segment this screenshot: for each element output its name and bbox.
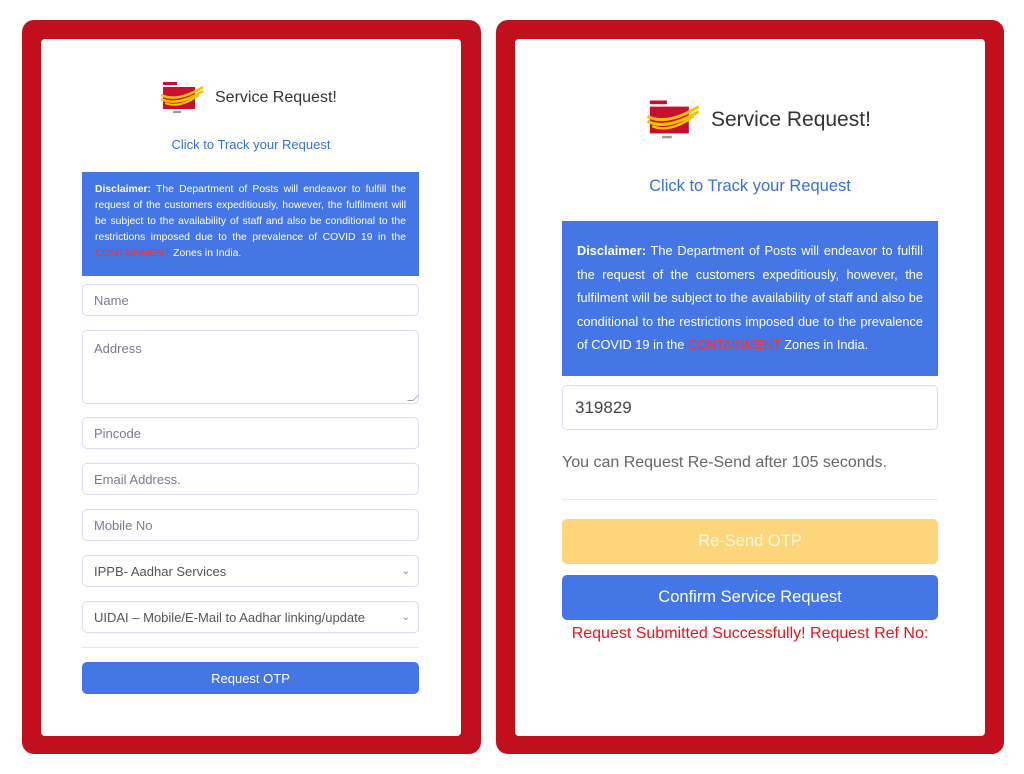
name-placeholder: Name: [94, 292, 129, 308]
resize-handle-icon[interactable]: [407, 395, 419, 401]
name-input[interactable]: Name: [82, 284, 419, 316]
mobile-input[interactable]: Mobile No: [82, 509, 419, 541]
disclaimer-text-end: Zones in India.: [780, 337, 869, 352]
pincode-input[interactable]: Pincode: [82, 417, 419, 449]
india-post-logo-icon: [159, 81, 205, 115]
india-post-logo-icon: [645, 98, 701, 142]
email-placeholder: Email Address.: [94, 471, 181, 487]
subservice-select[interactable]: UIDAI – Mobile/E-Mail to Aadhar linking/…: [82, 601, 419, 633]
success-message: Request Submitted Successfully! Request …: [571, 625, 929, 642]
disclaimer-box: Disclaimer: The Department of Posts will…: [562, 221, 938, 376]
pincode-placeholder: Pincode: [94, 425, 141, 441]
divider: [562, 499, 938, 500]
chevron-down-icon: ⌄: [401, 611, 410, 623]
service-select[interactable]: IPPB- Aadhar Services ⌄: [82, 555, 419, 587]
form-header: Service Request!: [645, 98, 871, 142]
address-placeholder: Address: [94, 341, 142, 356]
service-select-value: IPPB- Aadhar Services: [94, 563, 227, 579]
address-textarea[interactable]: Address: [82, 330, 419, 404]
chevron-down-icon: ⌄: [401, 565, 410, 577]
disclaimer-box: Disclaimer: The Department of Posts will…: [82, 172, 419, 276]
otp-input[interactable]: 319829: [562, 385, 938, 430]
left-screen-frame: Service Request! Click to Track your Req…: [22, 20, 481, 754]
track-request-link[interactable]: Click to Track your Request: [41, 137, 461, 152]
form-header: Service Request!: [159, 81, 337, 115]
service-request-form-card: Service Request! Click to Track your Req…: [41, 39, 461, 736]
otp-value: 319829: [575, 397, 632, 417]
otp-confirm-card: Service Request! Click to Track your Req…: [515, 39, 985, 736]
disclaimer-label: Disclaimer:: [577, 243, 646, 258]
resend-countdown-text: You can Request Re-Send after 105 second…: [562, 454, 887, 471]
page-title: Service Request!: [215, 89, 337, 106]
right-screen-frame: Service Request! Click to Track your Req…: [496, 20, 1004, 754]
track-request-link[interactable]: Click to Track your Request: [515, 177, 985, 196]
disclaimer-highlight: CONTAINMENT: [687, 337, 781, 352]
confirm-service-request-button[interactable]: Confirm Service Request: [562, 575, 938, 620]
disclaimer-label: Disclaimer:: [95, 184, 152, 195]
disclaimer-text-end: Zones in India.: [170, 248, 242, 259]
divider: [82, 647, 419, 648]
mobile-placeholder: Mobile No: [94, 517, 153, 533]
disclaimer-highlight: CONTAINMENT: [95, 248, 171, 259]
resend-otp-button[interactable]: Re-Send OTP: [562, 519, 938, 564]
request-otp-button[interactable]: Request OTP: [82, 662, 419, 694]
subservice-select-value: UIDAI – Mobile/E-Mail to Aadhar linking/…: [94, 609, 365, 625]
email-input[interactable]: Email Address.: [82, 463, 419, 495]
page-title: Service Request!: [711, 108, 871, 131]
disclaimer-text: The Department of Posts will endeavor to…: [577, 243, 923, 352]
